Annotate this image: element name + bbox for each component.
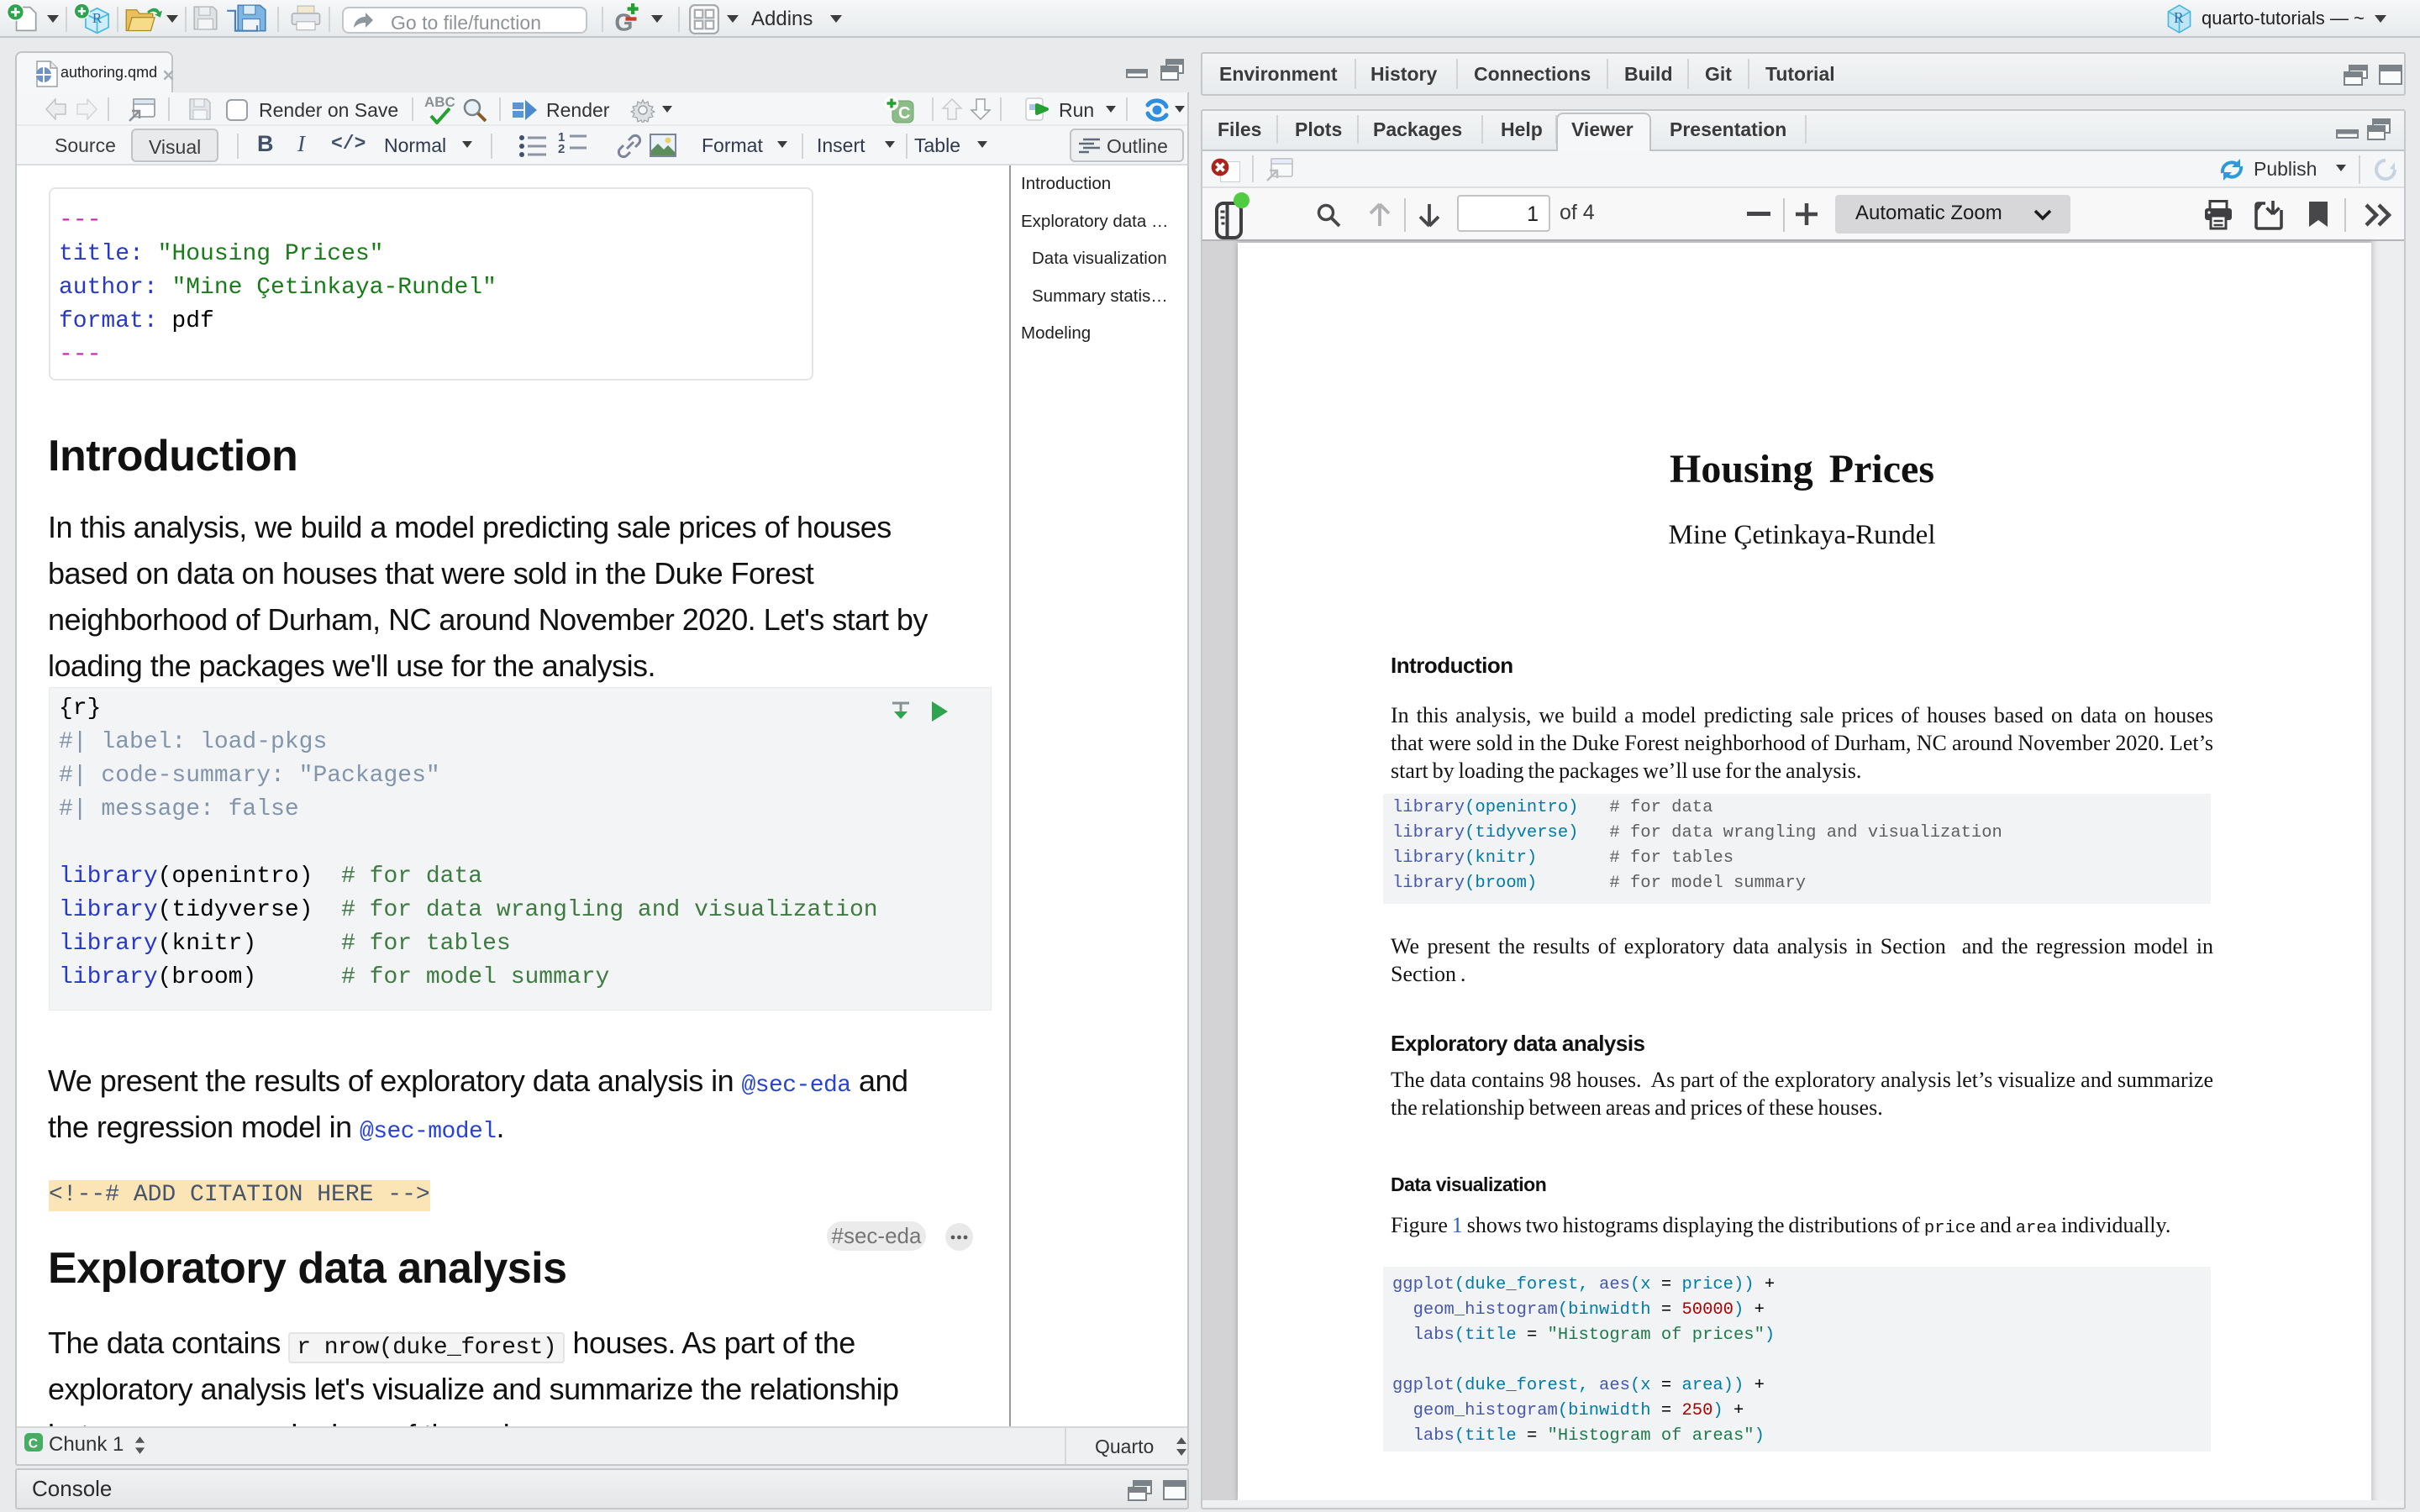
svg-text:C: C — [29, 1436, 38, 1451]
svg-text:G: G — [614, 9, 633, 34]
svg-text:R: R — [92, 10, 103, 26]
svg-text:C: C — [898, 104, 910, 123]
svg-text:R: R — [2174, 9, 2184, 26]
